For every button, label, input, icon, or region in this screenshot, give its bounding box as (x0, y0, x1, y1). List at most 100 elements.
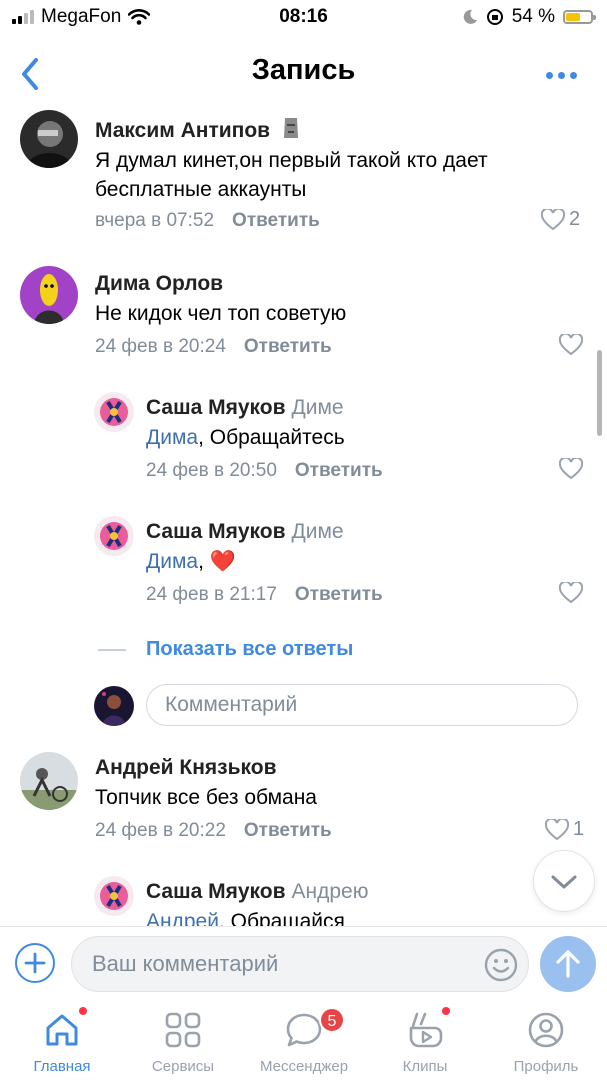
comment-text: Дима, ❤️ (146, 550, 236, 573)
avatar[interactable] (94, 876, 134, 916)
plus-icon (24, 952, 46, 974)
like-count: 2 (569, 208, 581, 230)
tab-label: Мессенджер (259, 1058, 349, 1075)
reply-comment: Саша Мяуков Андрею Андрей, Обращайся (0, 874, 607, 926)
status-bar: MegaFon 08:16 54 % (0, 0, 607, 34)
comment-author[interactable]: Саша Мяуков Диме (146, 520, 344, 544)
tab-label: Сервисы (151, 1058, 215, 1075)
comment-text: Дима, Обращайтесь (146, 426, 345, 449)
mention-link[interactable]: Дима (146, 426, 198, 449)
comment-text: Андрей, Обращайся (146, 907, 345, 926)
heart-icon (559, 582, 583, 604)
comment-date: 24 фев в 20:24 (95, 336, 226, 357)
comment-input-placeholder: Ваш комментарий (92, 951, 279, 976)
comment-author[interactable]: Саша Мяуков Андрею (146, 880, 368, 904)
like-count: 1 (573, 818, 585, 840)
avatar[interactable] (20, 110, 78, 168)
battery-icon (563, 10, 596, 24)
comment-text: Я думал кинет,он первый такой кто дает б… (95, 149, 488, 201)
comment-meta: 24 фев в 20:50 Ответить (146, 460, 383, 482)
reply-button[interactable]: Ответить (244, 336, 332, 357)
avatar[interactable] (94, 516, 134, 556)
mention-link[interactable]: Дима (146, 550, 198, 573)
arrow-up-icon (556, 950, 580, 978)
comment-meta: 24 фев в 21:17 Ответить (146, 584, 383, 606)
comment-author[interactable]: Максим Антипов (95, 116, 302, 143)
like-button[interactable] (559, 458, 583, 480)
comment-author[interactable]: Андрей Князьков (95, 756, 277, 780)
comment-author[interactable]: Саша Мяуков Диме (146, 396, 344, 420)
unread-badge: 5 (319, 1007, 345, 1033)
smile-icon (484, 948, 518, 982)
avatar[interactable] (20, 752, 78, 810)
tab-label: Профиль (513, 1058, 579, 1075)
comment-text: Не кидок чел топ советую (95, 302, 347, 325)
reply-button[interactable]: Ответить (232, 210, 320, 231)
clips-icon (409, 1012, 443, 1048)
more-dot (569, 71, 577, 79)
mention-link[interactable]: Андрей (146, 910, 219, 926)
scrollbar-thumb[interactable] (597, 350, 602, 436)
chevron-down-icon (551, 875, 577, 889)
scroll-down-button[interactable] (533, 850, 595, 912)
messenger-icon (286, 1013, 322, 1047)
tab-label: Клипы (402, 1058, 448, 1075)
heart-icon (559, 334, 583, 356)
my-avatar (94, 686, 134, 726)
attach-button[interactable] (15, 943, 55, 983)
tab-services[interactable]: Сервисы (128, 1000, 238, 1080)
avatar[interactable] (94, 392, 134, 432)
heart-icon (541, 208, 565, 230)
reply-comment-input[interactable]: Комментарий (146, 684, 578, 726)
tab-home[interactable]: Главная (7, 1000, 117, 1080)
divider (98, 648, 126, 651)
comment-date: 24 фев в 21:17 (146, 584, 277, 605)
comment-date: 24 фев в 20:50 (146, 460, 277, 481)
heart-icon (545, 818, 569, 840)
tab-messenger[interactable]: 5 Мессенджер (249, 1000, 359, 1080)
heart-emoji-icon: ❤️ (209, 550, 236, 573)
send-button[interactable] (540, 936, 596, 992)
more-dot (557, 71, 565, 79)
like-button[interactable]: 2 (541, 208, 580, 231)
reply-button[interactable]: Ответить (295, 584, 383, 605)
comment-author[interactable]: Дима Орлов (95, 272, 223, 296)
moai-emoji-icon (283, 118, 298, 138)
like-button[interactable]: 1 (545, 818, 584, 841)
comment-date: вчера в 07:52 (95, 210, 215, 231)
battery-percent: 54 % (511, 6, 555, 27)
like-button[interactable] (559, 334, 583, 356)
comment-input[interactable]: Ваш комментарий (71, 936, 529, 992)
more-button[interactable] (541, 60, 581, 90)
more-dot (545, 71, 553, 79)
show-all-replies-link[interactable]: Показать все ответы (146, 638, 353, 661)
tab-label: Главная (33, 1058, 91, 1075)
like-button[interactable] (559, 582, 583, 604)
notification-dot (79, 1007, 87, 1015)
comment-composer: Ваш комментарий (0, 926, 607, 1001)
orientation-lock-icon (486, 9, 503, 25)
home-icon (46, 1014, 78, 1046)
reply-button[interactable]: Ответить (295, 460, 383, 481)
moon-icon (463, 9, 477, 24)
comment-meta: вчера в 07:52 Ответить (95, 210, 320, 232)
comment-date: 24 фев в 20:22 (95, 820, 226, 841)
comment-meta: 24 фев в 20:24 Ответить (95, 336, 332, 358)
reply-to: Диме (291, 396, 344, 419)
page-title: Запись (251, 54, 356, 86)
reply-to: Диме (291, 520, 344, 543)
nav-bar: Запись (0, 34, 607, 114)
comment-meta: 24 фев в 20:22 Ответить (95, 820, 332, 842)
notification-dot (442, 1007, 450, 1015)
comment-text: Топчик все без обмана (95, 786, 317, 809)
reply-to: Андрею (291, 880, 369, 903)
emoji-button[interactable] (482, 946, 520, 984)
tab-profile[interactable]: Профиль (491, 1000, 601, 1080)
show-all-replies: Показать все ответы (98, 638, 353, 661)
avatar[interactable] (20, 266, 78, 324)
reply-button[interactable]: Ответить (244, 820, 332, 841)
status-right: 54 % (462, 6, 596, 28)
tab-bar: Главная Сервисы 5 Мессенджер Клипы Профи… (0, 1000, 607, 1080)
tab-clips[interactable]: Клипы (370, 1000, 480, 1080)
heart-icon (559, 458, 583, 480)
